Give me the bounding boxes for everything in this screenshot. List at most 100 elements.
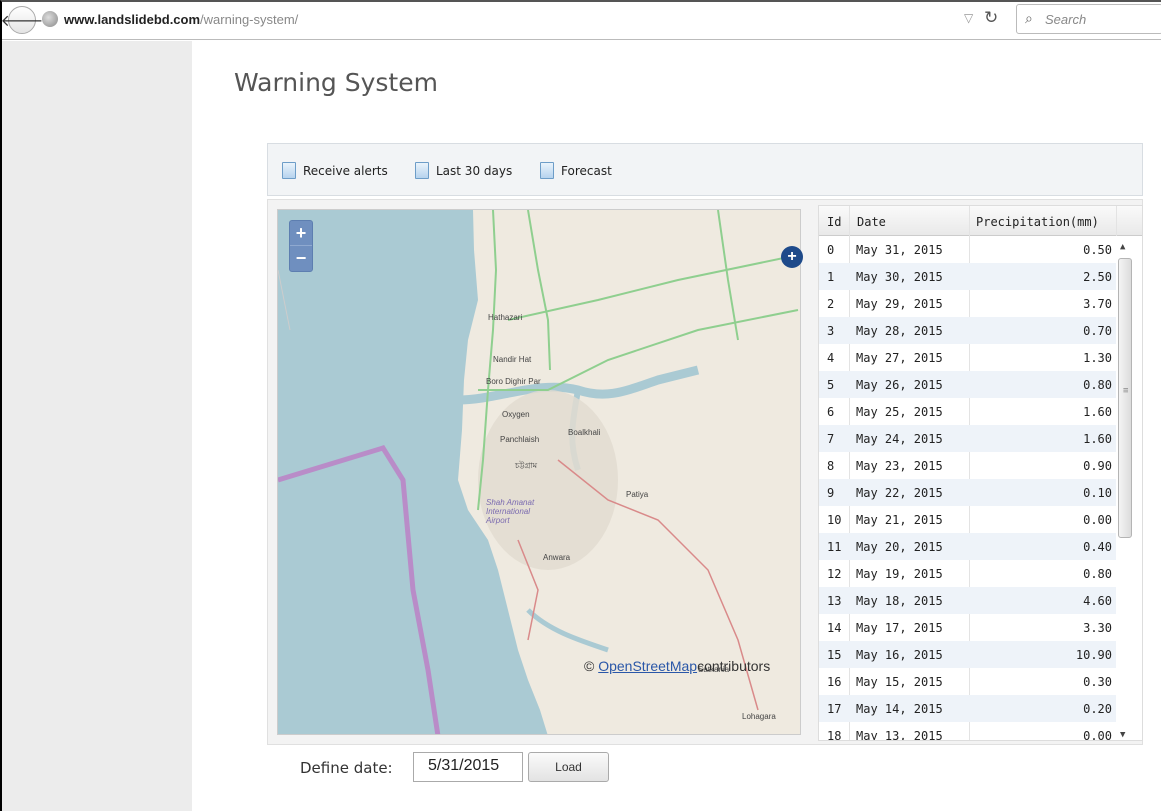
- table-row[interactable]: 10 May 21, 2015 0.00: [819, 506, 1116, 533]
- cell-date: May 24, 2015: [856, 432, 943, 446]
- cell-precipitation: 0.10: [1083, 486, 1112, 500]
- cell-precipitation: 0.80: [1083, 567, 1112, 581]
- cell-precipitation: 10.90: [1075, 648, 1112, 662]
- map-label: Patiya: [626, 490, 649, 499]
- cell-date: May 27, 2015: [856, 351, 943, 365]
- copyright-symbol: ©: [584, 658, 595, 674]
- cell-id: 16: [827, 675, 842, 689]
- search-icon: ⌕: [1025, 10, 1033, 26]
- page-title: Warning System: [234, 68, 438, 97]
- table-row[interactable]: 1 May 30, 2015 2.50: [819, 263, 1116, 290]
- receive-alerts-label: Receive alerts: [303, 164, 388, 178]
- cell-id: 3: [827, 324, 835, 338]
- cell-date: May 23, 2015: [856, 459, 943, 473]
- table-row[interactable]: 2 May 29, 2015 3.70: [819, 290, 1116, 317]
- cell-date: May 17, 2015: [856, 621, 943, 635]
- cell-id: 18: [827, 729, 842, 741]
- cell-precipitation: 0.30: [1083, 675, 1112, 689]
- table-row[interactable]: 8 May 23, 2015 0.90: [819, 452, 1116, 479]
- precipitation-table: Id Date Precipitation(mm) 0 May 31, 2015 0…: [818, 205, 1143, 741]
- cell-id: 6: [827, 405, 835, 419]
- scroll-up-arrow-icon[interactable]: ▲: [1120, 242, 1125, 252]
- cell-id: 10: [827, 513, 842, 527]
- zoom-in-button[interactable]: +: [290, 221, 312, 246]
- table-row[interactable]: 16 May 15, 2015 0.30: [819, 668, 1116, 695]
- cell-id: 12: [827, 567, 842, 581]
- map-label: চট্টগ্রাম: [515, 461, 538, 470]
- table-row[interactable]: 0 May 31, 2015 0.50: [819, 236, 1116, 263]
- search-placeholder: Search: [1045, 12, 1087, 27]
- forecast-label: Forecast: [561, 164, 612, 178]
- reload-icon[interactable]: ↻: [984, 8, 998, 28]
- cell-id: 9: [827, 486, 835, 500]
- table-row[interactable]: 3 May 28, 2015 0.70: [819, 317, 1116, 344]
- document-icon: [415, 162, 429, 179]
- load-button[interactable]: Load: [528, 752, 609, 782]
- cell-date: May 28, 2015: [856, 324, 943, 338]
- table-row[interactable]: 12 May 19, 2015 0.80: [819, 560, 1116, 587]
- cell-date: May 25, 2015: [856, 405, 943, 419]
- cell-id: 8: [827, 459, 835, 473]
- cell-date: May 15, 2015: [856, 675, 943, 689]
- map-label: Panchlaish: [500, 435, 540, 444]
- left-sidebar: [2, 41, 192, 811]
- table-row[interactable]: 14 May 17, 2015 3.30: [819, 614, 1116, 641]
- table-row[interactable]: 11 May 20, 2015 0.40: [819, 533, 1116, 560]
- table-row[interactable]: 13 May 18, 2015 4.60: [819, 587, 1116, 614]
- url-dropdown-icon[interactable]: ▽: [964, 11, 973, 25]
- column-header-id[interactable]: Id: [827, 215, 841, 229]
- map-label: Lohagara: [742, 712, 776, 721]
- define-date-label: Define date:: [300, 759, 393, 777]
- map-view[interactable]: Hathazari Nandir Hat Boro Dighir Par Oxy…: [277, 209, 801, 735]
- table-row[interactable]: 6 May 25, 2015 1.60: [819, 398, 1116, 425]
- cell-date: May 14, 2015: [856, 702, 943, 716]
- table-row[interactable]: 7 May 24, 2015 1.60: [819, 425, 1116, 452]
- cell-precipitation: 1.30: [1083, 351, 1112, 365]
- table-row[interactable]: 17 May 14, 2015 0.20: [819, 695, 1116, 722]
- table-row[interactable]: 18 May 13, 2015 0.00: [819, 722, 1116, 741]
- cell-date: May 26, 2015: [856, 378, 943, 392]
- column-header-date[interactable]: Date: [857, 215, 886, 229]
- cell-precipitation: 0.00: [1083, 729, 1112, 741]
- cell-id: 11: [827, 540, 842, 554]
- layer-switcher-icon[interactable]: +: [781, 246, 803, 268]
- cell-date: May 22, 2015: [856, 486, 943, 500]
- browser-toolbar: 🡐 www.landslidebd.com/warning-system/ ▽ …: [1, 2, 1161, 40]
- cell-id: 2: [827, 297, 835, 311]
- scrollbar-thumb[interactable]: ≡: [1118, 258, 1132, 538]
- table-row[interactable]: 5 May 26, 2015 0.80: [819, 371, 1116, 398]
- cell-id: 17: [827, 702, 842, 716]
- address-bar[interactable]: www.landslidebd.com/warning-system/: [64, 12, 298, 27]
- url-path: /warning-system/: [200, 12, 299, 27]
- cell-precipitation: 0.50: [1083, 243, 1112, 257]
- cell-precipitation: 0.00: [1083, 513, 1112, 527]
- action-toolbar: Receive alerts Last 30 days Forecast: [267, 143, 1143, 196]
- document-icon: [540, 162, 554, 179]
- table-row[interactable]: 9 May 22, 2015 0.10: [819, 479, 1116, 506]
- cell-id: 4: [827, 351, 835, 365]
- date-input[interactable]: 5/31/2015: [413, 752, 523, 782]
- cell-precipitation: 1.60: [1083, 432, 1112, 446]
- table-header: Id Date Precipitation(mm): [819, 206, 1142, 236]
- cell-precipitation: 2.50: [1083, 270, 1112, 284]
- scroll-down-arrow-icon[interactable]: ▼: [1120, 730, 1125, 740]
- map-label: Hathazari: [488, 313, 523, 322]
- search-input[interactable]: ⌕ Search: [1016, 4, 1161, 34]
- last-30-days-button[interactable]: Last 30 days: [415, 162, 512, 179]
- column-header-precipitation[interactable]: Precipitation(mm): [976, 215, 1099, 229]
- zoom-out-button[interactable]: −: [290, 246, 312, 271]
- map-label: Boro Dighir Par: [486, 377, 541, 386]
- table-row[interactable]: 4 May 27, 2015 1.30: [819, 344, 1116, 371]
- cell-date: May 18, 2015: [856, 594, 943, 608]
- cell-id: 14: [827, 621, 842, 635]
- table-row[interactable]: 15 May 16, 2015 10.90: [819, 641, 1116, 668]
- receive-alerts-button[interactable]: Receive alerts: [282, 162, 388, 179]
- table-scrollbar[interactable]: ▲ ≡ ▼: [1116, 236, 1134, 740]
- openstreetmap-link[interactable]: OpenStreetMap: [598, 658, 697, 674]
- forecast-button[interactable]: Forecast: [540, 162, 612, 179]
- cell-precipitation: 3.70: [1083, 297, 1112, 311]
- url-domain: www.landslidebd.com: [64, 12, 201, 27]
- back-button[interactable]: 🡐: [1, 6, 43, 34]
- cell-id: 7: [827, 432, 835, 446]
- cell-precipitation: 1.60: [1083, 405, 1112, 419]
